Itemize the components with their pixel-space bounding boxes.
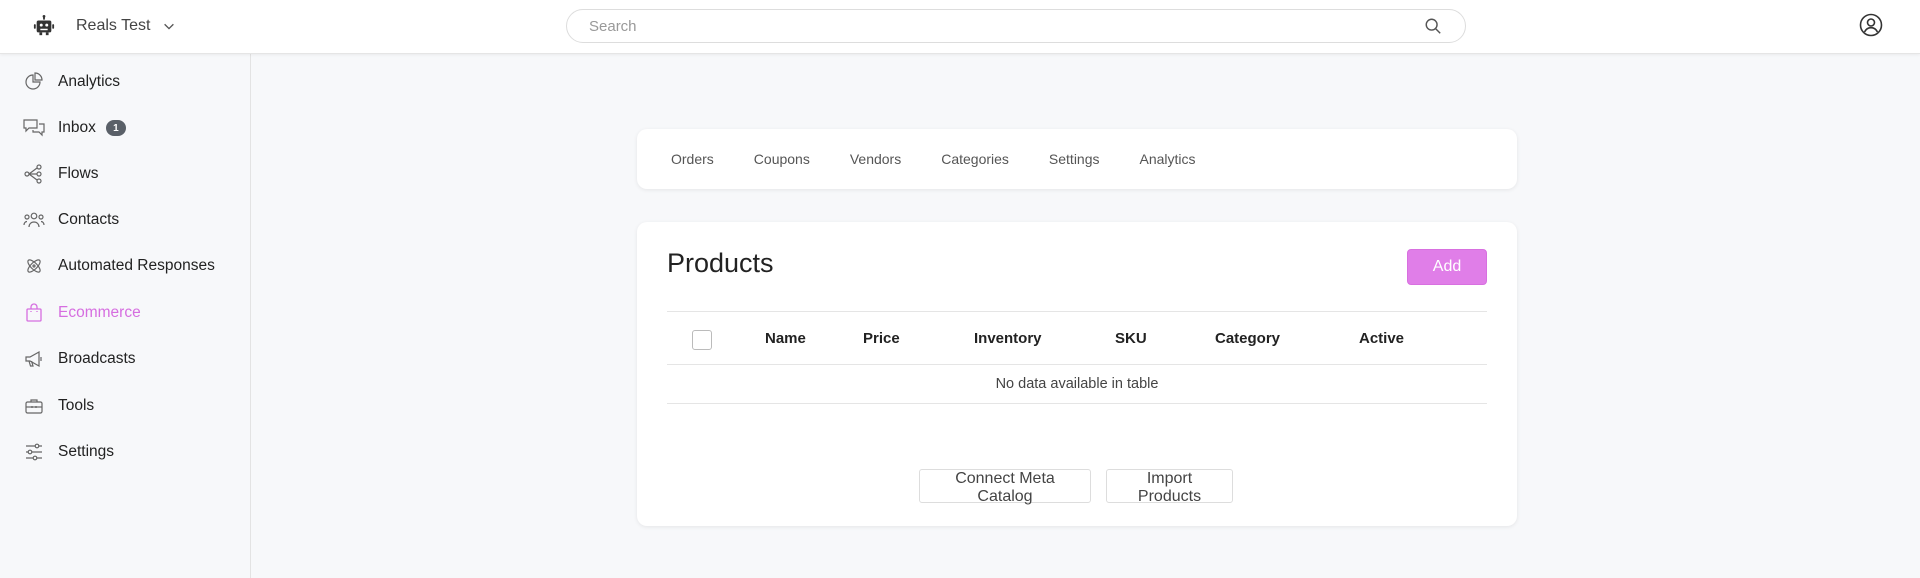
column-header-sku[interactable]: SKU [1115,312,1147,366]
tab-vendors[interactable]: Vendors [850,151,901,167]
chat-icon [22,116,46,140]
add-product-button[interactable]: Add [1407,249,1487,285]
tab-analytics[interactable]: Analytics [1140,151,1196,167]
column-header-name[interactable]: Name [765,312,806,366]
sliders-icon [22,440,46,464]
sidebar-item-tools[interactable]: Tools [22,391,94,421]
tab-orders[interactable]: Orders [671,151,714,167]
inbox-count-badge: 1 [105,120,126,136]
toolbox-icon [22,394,46,418]
sidebar-item-label: Automated Responses [58,257,215,274]
tab-settings[interactable]: Settings [1049,151,1100,167]
workspace-switcher[interactable]: Reals Test [30,12,178,40]
workspace-name: Reals Test [76,17,151,34]
tab-coupons[interactable]: Coupons [754,151,810,167]
column-header-inventory[interactable]: Inventory [974,312,1042,366]
select-all-checkbox[interactable] [692,330,712,350]
robot-icon [30,12,58,40]
sidebar-item-label: Inbox [58,119,96,136]
sidebar-item-label: Analytics [58,73,121,90]
sidebar-item-label: Broadcasts [58,350,136,367]
chevron-down-icon [162,18,178,34]
sidebar-item-flows[interactable]: Flows [22,159,98,189]
megaphone-icon [22,347,46,371]
atom-icon [22,254,46,278]
import-products-button[interactable]: Import Products [1106,469,1233,505]
shopping-bag-icon [22,301,46,325]
sidebar-item-ecommerce[interactable]: Ecommerce [22,298,141,328]
products-card: Products Add Name Price Inventory SKU Ca… [637,222,1517,526]
sidebar: Analytics Inbox 1 Flows Contacts Automat… [0,54,251,578]
tab-categories[interactable]: Categories [941,151,1009,167]
column-header-active[interactable]: Active [1359,312,1404,366]
connect-meta-catalog-button[interactable]: Connect Meta Catalog [919,469,1091,505]
sidebar-item-label: Tools [58,397,95,414]
search-input[interactable] [589,17,1423,35]
sidebar-item-analytics[interactable]: Analytics [22,67,120,97]
sidebar-item-label: Flows [58,165,99,182]
sidebar-item-settings[interactable]: Settings [22,437,114,467]
products-table: Name Price Inventory SKU Category Active… [667,311,1487,404]
table-header: Name Price Inventory SKU Category Active [667,311,1487,365]
flow-icon [22,162,46,186]
sidebar-item-label: Ecommerce [58,304,141,321]
user-account-icon[interactable] [1858,12,1884,38]
sidebar-item-contacts[interactable]: Contacts [22,205,119,235]
empty-table-message: No data available in table [667,365,1487,404]
sidebar-item-inbox[interactable]: Inbox 1 [22,113,126,143]
column-header-price[interactable]: Price [863,312,900,366]
top-bar: Reals Test [0,0,1920,54]
sidebar-item-automated-responses[interactable]: Automated Responses [22,251,215,281]
search-icon[interactable] [1423,16,1443,36]
sidebar-item-label: Contacts [58,211,120,228]
page-title: Products [667,248,774,278]
ecommerce-tabs: Orders Coupons Vendors Categories Settin… [637,129,1517,189]
sidebar-item-label: Settings [58,443,115,460]
column-header-category[interactable]: Category [1215,312,1280,366]
sidebar-item-broadcasts[interactable]: Broadcasts [22,344,136,374]
search-bar [566,9,1466,43]
users-icon [22,208,46,232]
pie-chart-icon [22,70,46,94]
